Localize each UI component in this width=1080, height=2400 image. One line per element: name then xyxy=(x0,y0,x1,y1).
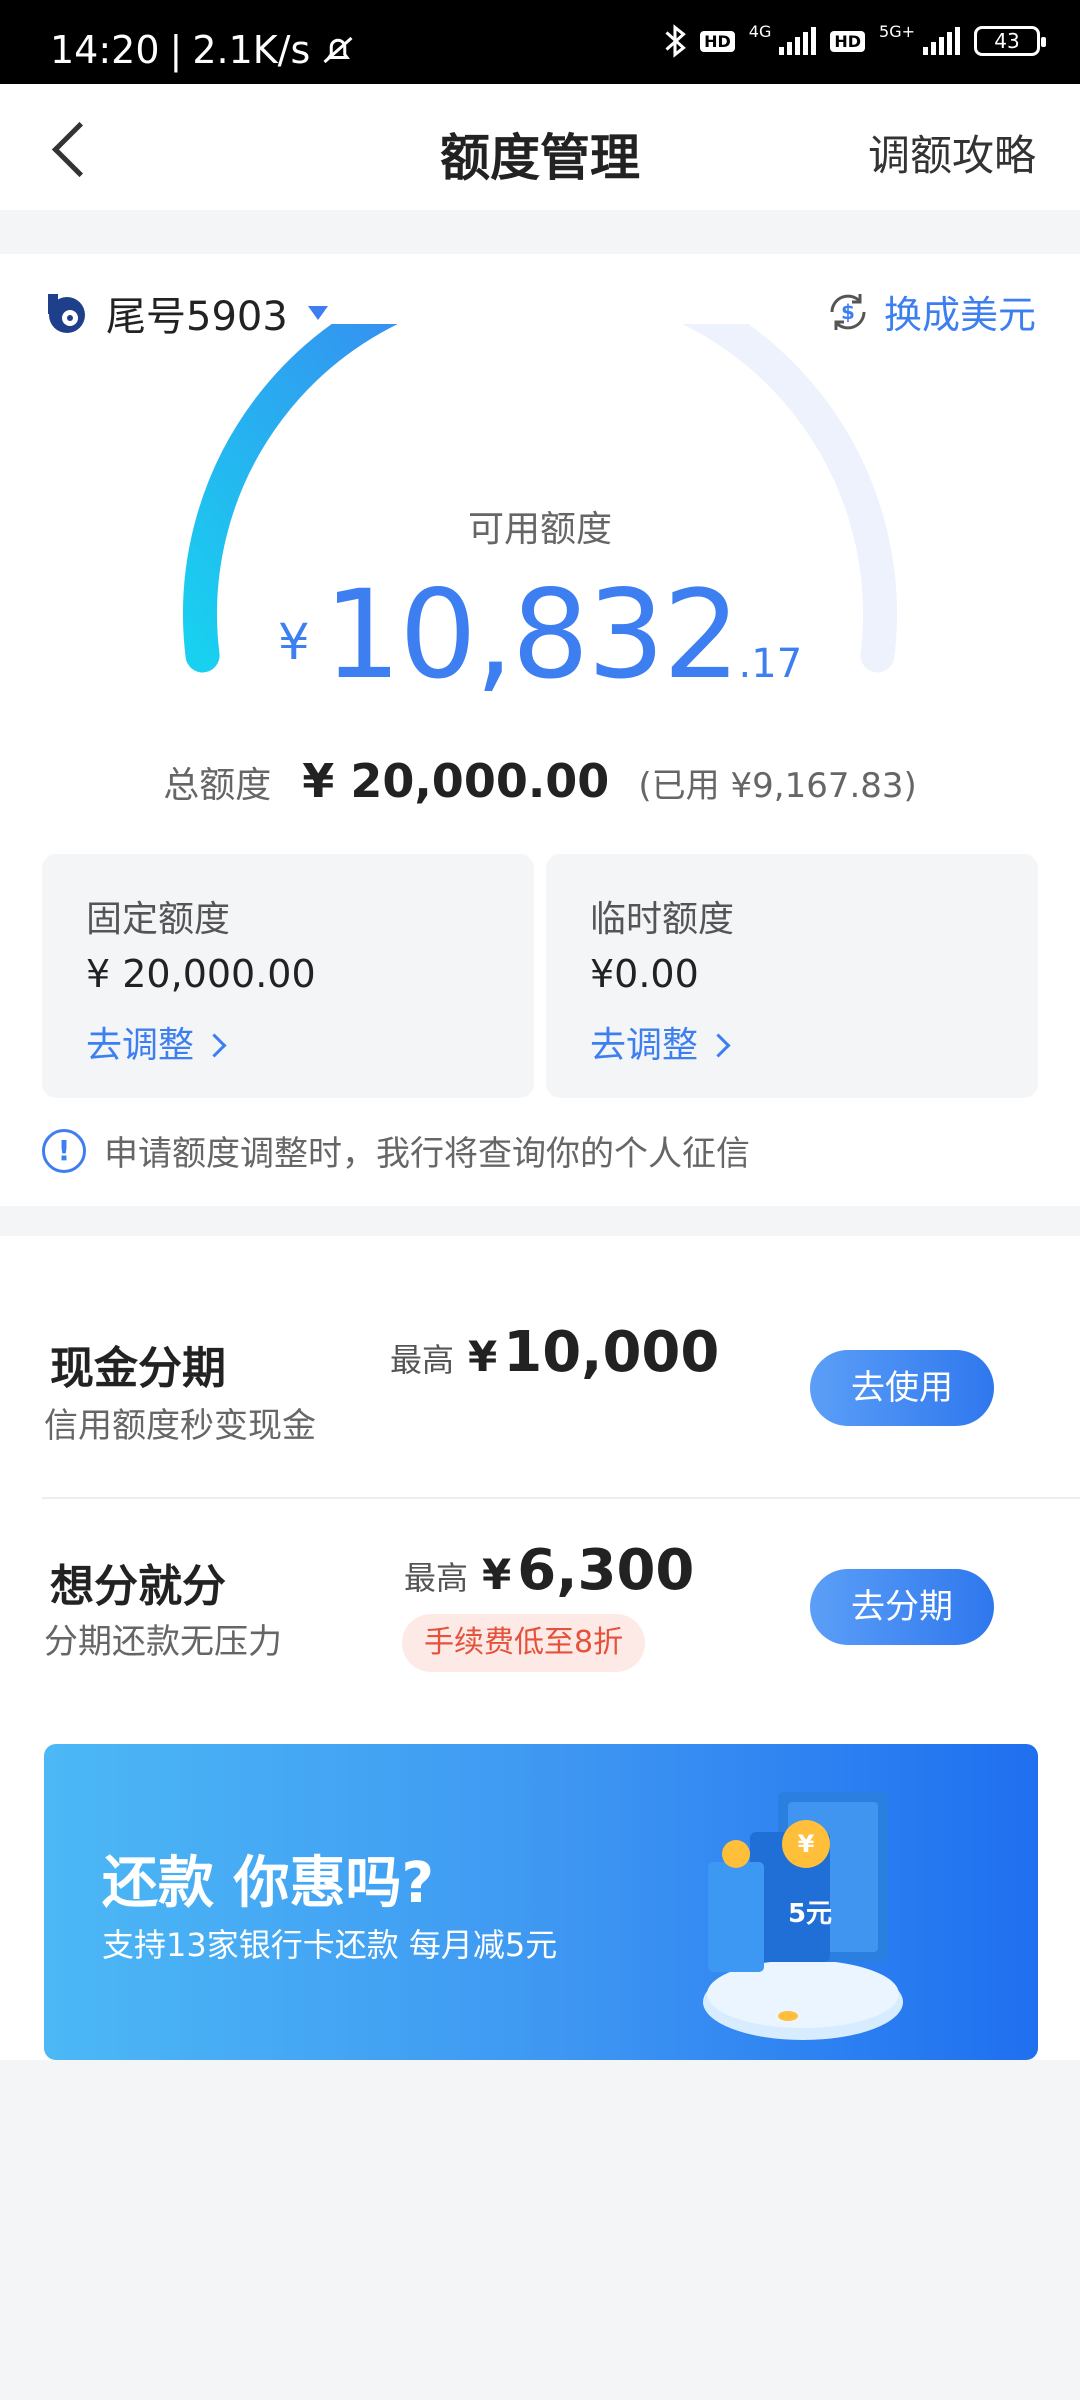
temporary-limit-box: 临时额度 ¥0.00 去调整 xyxy=(546,854,1038,1098)
max-currency: ¥ xyxy=(482,1550,512,1599)
svg-text:¥: ¥ xyxy=(798,1830,815,1858)
status-left: 14:20 | 2.1K/s xyxy=(50,28,356,72)
available-limit-label: 可用额度 xyxy=(467,509,612,550)
bank-logo-icon xyxy=(48,294,85,333)
info-icon: ! xyxy=(42,1128,86,1173)
svg-text:$: $ xyxy=(841,300,855,324)
repayment-promo-banner[interactable]: 还款 你惠吗? 支持13家银行卡还款 每月减5元 ¥ 5元 xyxy=(44,1744,1038,2060)
temporary-limit-label: 临时额度 xyxy=(590,899,735,940)
signal-icon-2 xyxy=(923,27,960,55)
max-value: 10,000 xyxy=(503,1320,720,1385)
available-limit-amount: ¥10,832.17 xyxy=(0,564,1080,706)
max-currency: ¥ xyxy=(468,1332,498,1381)
battery-icon: 43 xyxy=(974,26,1046,56)
adjust-guide-link[interactable]: 调额攻略 xyxy=(868,122,1036,183)
fixed-limit-box: 固定额度 ¥ 20,000.00 去调整 xyxy=(42,854,534,1098)
fee-discount-badge: 手续费低至8折 xyxy=(402,1614,646,1672)
mute-bell-icon xyxy=(323,36,353,64)
network-type-4g: 4G xyxy=(748,21,772,41)
divider xyxy=(42,1497,1080,1499)
banner-title: 还款 你惠吗? xyxy=(102,1851,434,1916)
cash-installment-row: 现金分期 信用额度秒变现金 最高 ¥10,000 去使用 xyxy=(0,1236,1080,1454)
credit-check-notice: ! 申请额度调整时，我行将查询你的个人征信 xyxy=(42,1126,750,1175)
product-title: 想分就分 xyxy=(50,1561,226,1612)
status-bar: 14:20 | 2.1K/s HD 4G HD 5G+ 43 xyxy=(0,0,1080,84)
hd-badge-2: HD xyxy=(830,30,866,52)
notice-text: 申请额度调整时，我行将查询你的个人征信 xyxy=(104,1134,750,1174)
hd-badge: HD xyxy=(700,30,735,52)
nav-bar: 额度管理 调额攻略 xyxy=(0,84,1080,210)
total-limit-row: 总额度 ¥ 20,000.00 (已用 ¥9,167.83) xyxy=(0,754,1080,808)
available-decimal: .17 xyxy=(738,641,803,687)
signal-icon xyxy=(779,27,817,55)
adjust-temporary-limit-link[interactable]: 去调整 xyxy=(590,1016,727,1068)
available-currency: ¥ xyxy=(277,613,310,671)
banner-subtitle: 支持13家银行卡还款 每月减5元 xyxy=(102,1926,558,1964)
product-subtitle: 信用额度秒变现金 xyxy=(44,1406,316,1446)
product-max-amount: 最高 ¥10,000 xyxy=(390,1320,719,1385)
total-limit-label: 总额度 xyxy=(163,765,272,806)
max-value: 6,300 xyxy=(517,1538,695,1603)
use-cash-installment-button[interactable]: 去使用 xyxy=(810,1350,994,1426)
max-label: 最高 xyxy=(390,1341,455,1379)
svg-text:5元: 5元 xyxy=(788,1899,832,1929)
status-speed: 2.1K/s xyxy=(192,28,311,72)
fixed-limit-value: ¥ 20,000.00 xyxy=(86,952,316,996)
flexible-installment-row: 想分就分 分期还款无压力 最高 ¥6,300 去分期 xyxy=(0,1500,1080,1718)
use-installment-button[interactable]: 去分期 xyxy=(810,1569,994,1645)
total-limit-amount: ¥ 20,000.00 xyxy=(302,754,610,808)
product-max-amount: 最高 ¥6,300 xyxy=(404,1538,694,1603)
adjust-fixed-limit-link[interactable]: 去调整 xyxy=(86,1016,223,1068)
product-title: 现金分期 xyxy=(50,1343,226,1394)
bluetooth-icon xyxy=(665,24,686,58)
credit-limit-card: 尾号5903 $ 换成美元 可用额度 ¥10,832.17 总额度 ¥ 20,0… xyxy=(0,254,1080,1206)
available-integer: 10,832 xyxy=(323,564,741,706)
dropdown-caret-icon xyxy=(307,306,328,320)
max-label: 最高 xyxy=(404,1559,469,1597)
temporary-limit-value: ¥0.00 xyxy=(590,952,699,996)
product-subtitle: 分期还款无压力 xyxy=(44,1622,282,1662)
used-amount: (已用 ¥9,167.83) xyxy=(638,766,917,806)
status-time: 14:20 xyxy=(50,28,160,72)
coupon-illustration-icon: ¥ 5元 xyxy=(703,1792,903,2040)
fixed-limit-label: 固定额度 xyxy=(86,899,231,940)
network-type-5g: 5G+ xyxy=(879,21,915,41)
product-list: 现金分期 信用额度秒变现金 最高 ¥10,000 去使用 想分就分 分期还款无压力… xyxy=(0,1236,1080,1718)
banner-section: 还款 你惠吗? 支持13家银行卡还款 每月减5元 ¥ 5元 xyxy=(0,1718,1080,2060)
status-right: HD 4G HD 5G+ 43 xyxy=(664,21,1046,58)
